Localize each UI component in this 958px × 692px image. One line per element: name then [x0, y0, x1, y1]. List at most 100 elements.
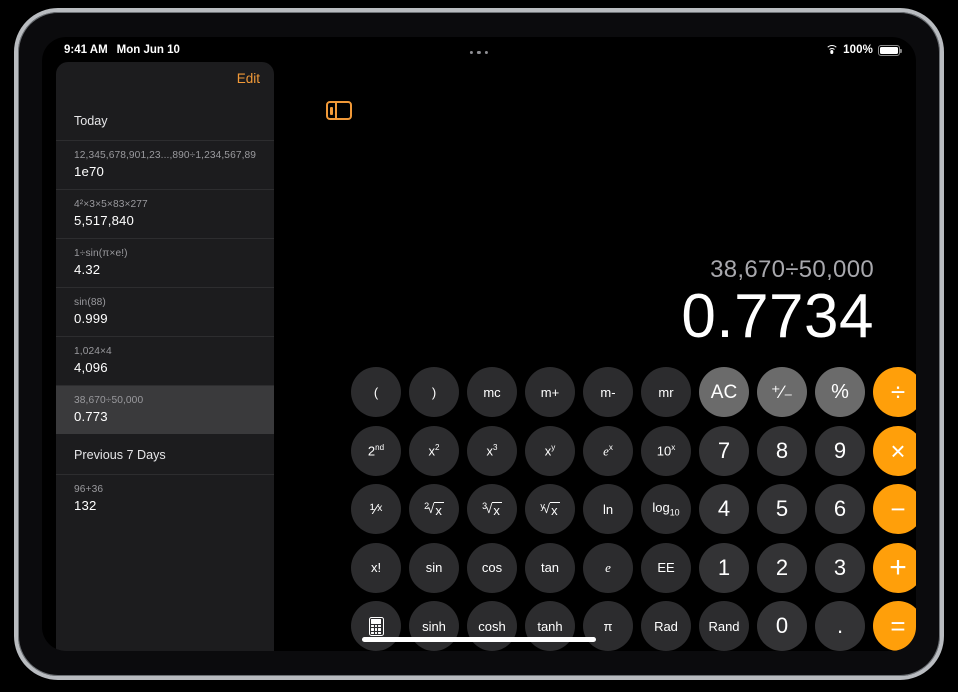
key-hyperbolic-tangent[interactable]: tanh	[525, 601, 575, 651]
key-plus-minus[interactable]: ⁺∕₋	[757, 367, 807, 417]
ipad-screen: 9:41 AM Mon Jun 10 100% Edit Today 12,34…	[42, 37, 916, 651]
calculator-keypad: ( ) mc m+ m- mr AC ⁺∕₋ % ÷ 2nd x2 x3 xy …	[347, 367, 916, 651]
home-indicator[interactable]	[362, 637, 596, 642]
key-euler-number[interactable]: e	[583, 542, 633, 593]
key-digit-4[interactable]: 4	[699, 484, 749, 535]
key-all-clear[interactable]: AC	[699, 367, 749, 417]
key-memory-recall[interactable]: mr	[641, 367, 691, 417]
sidebar-header: Edit	[56, 62, 274, 114]
status-bar-right: 100%	[825, 44, 902, 56]
key-factorial[interactable]: x!	[351, 542, 401, 593]
key-label: Rand	[708, 618, 740, 634]
key-label: −	[890, 494, 906, 525]
key-subtract[interactable]: −	[873, 484, 916, 535]
key-label: %	[831, 381, 849, 403]
key-divide[interactable]: ÷	[873, 367, 916, 417]
key-decimal-point[interactable]: .	[815, 601, 865, 651]
key-ten-power-x[interactable]: 10x	[641, 425, 691, 476]
history-row[interactable]: 4²×3×5×83×277 5,517,840	[56, 189, 274, 238]
key-digit-2[interactable]: 2	[757, 542, 807, 593]
key-cube-root[interactable]: 3 √ x	[467, 484, 517, 535]
key-equals[interactable]: =	[873, 601, 916, 651]
key-random[interactable]: Rand	[699, 601, 749, 651]
history-row[interactable]: 96+36 132	[56, 474, 274, 523]
key-digit-7[interactable]: 7	[699, 425, 749, 476]
key-memory-clear[interactable]: mc	[467, 367, 517, 417]
history-row[interactable]: 12,345,678,901,23...,890÷1,234,567,890 1…	[56, 140, 274, 189]
key-label: ¹⁄ x	[369, 500, 383, 518]
key-label: 3	[833, 554, 847, 580]
sidebar-toggle-icon[interactable]	[326, 101, 352, 120]
key-label: cos	[481, 560, 503, 576]
key-label: +	[889, 550, 907, 584]
key-label: .	[836, 613, 844, 639]
key-label: 10x	[656, 442, 676, 459]
key-tangent[interactable]: tan	[525, 542, 575, 593]
key-hyperbolic-cosine[interactable]: cosh	[467, 601, 517, 651]
section-header-today: Today	[74, 114, 108, 128]
key-pi[interactable]: π	[583, 601, 633, 651]
key-second-functions[interactable]: 2nd	[351, 425, 401, 476]
key-label: 2	[775, 554, 789, 580]
key-label: log10	[652, 499, 680, 518]
key-label: e	[605, 560, 611, 576]
display-result: 0.7734	[681, 282, 874, 351]
history-row[interactable]: 1,024×4 4,096	[56, 336, 274, 385]
history-result: 4.32	[74, 262, 101, 277]
history-result: 1e70	[74, 164, 104, 179]
display-expression: 38,670÷50,000	[710, 256, 874, 283]
history-row[interactable]: 1÷sin(π×e!) 4.32	[56, 238, 274, 287]
key-memory-add[interactable]: m+	[525, 367, 575, 417]
key-label: π	[603, 618, 613, 634]
key-nth-root[interactable]: y √ x	[525, 484, 575, 535]
key-square-root[interactable]: 2 √ x	[409, 484, 459, 535]
key-memory-subtract[interactable]: m-	[583, 367, 633, 417]
key-log-base-10[interactable]: log10	[641, 484, 691, 535]
key-label: EE	[657, 560, 675, 576]
multitask-dots-icon[interactable]	[469, 51, 489, 55]
key-digit-5[interactable]: 5	[757, 484, 807, 535]
key-x-squared[interactable]: x2	[409, 425, 459, 476]
edit-button[interactable]: Edit	[237, 71, 260, 86]
key-open-paren[interactable]: (	[351, 367, 401, 417]
key-label: AC	[710, 381, 738, 403]
key-label: tanh	[537, 618, 563, 634]
battery-percent-label: 100%	[843, 44, 873, 56]
key-sine[interactable]: sin	[409, 542, 459, 593]
history-row-selected[interactable]: 38,670÷50,000 0.773	[56, 385, 274, 434]
key-digit-3[interactable]: 3	[815, 542, 865, 593]
key-label: mc	[483, 384, 501, 400]
key-label: y √ x	[540, 500, 560, 518]
key-x-cubed[interactable]: x3	[467, 425, 517, 476]
history-expression: 4²×3×5×83×277	[74, 199, 148, 210]
key-cosine[interactable]: cos	[467, 542, 517, 593]
status-bar-left: 9:41 AM Mon Jun 10	[64, 44, 180, 56]
key-add[interactable]: +	[873, 542, 916, 593]
key-multiply[interactable]: ×	[873, 425, 916, 476]
key-x-power-y[interactable]: xy	[525, 425, 575, 476]
key-label: 8	[775, 437, 789, 463]
key-label: x!	[370, 560, 382, 576]
key-reciprocal[interactable]: ¹⁄ x	[351, 484, 401, 535]
key-digit-6[interactable]: 6	[815, 484, 865, 535]
calculator-main: 38,670÷50,000 0.7734 ( ) mc m+ m- mr AC …	[274, 62, 916, 651]
key-e-power-x[interactable]: ex	[583, 425, 633, 476]
key-natural-log[interactable]: ln	[583, 484, 633, 535]
key-digit-1[interactable]: 1	[699, 542, 749, 593]
key-digit-8[interactable]: 8	[757, 425, 807, 476]
key-close-paren[interactable]: )	[409, 367, 459, 417]
key-radians-toggle[interactable]: Rad	[641, 601, 691, 651]
key-label: sinh	[422, 618, 446, 634]
key-percent[interactable]: %	[815, 367, 865, 417]
key-hyperbolic-sine[interactable]: sinh	[409, 601, 459, 651]
key-exponent-entry[interactable]: EE	[641, 542, 691, 593]
key-label: 2nd	[367, 442, 385, 459]
key-digit-9[interactable]: 9	[815, 425, 865, 476]
history-expression: 12,345,678,901,23...,890÷1,234,567,890	[74, 150, 256, 161]
key-calculator-mode[interactable]	[351, 601, 401, 651]
key-digit-0[interactable]: 0	[757, 601, 807, 651]
history-row[interactable]: sin(88) 0.999	[56, 287, 274, 336]
section-header-previous-7-days: Previous 7 Days	[74, 448, 166, 462]
key-label: 4	[717, 496, 731, 522]
history-expression: 1,024×4	[74, 346, 112, 357]
